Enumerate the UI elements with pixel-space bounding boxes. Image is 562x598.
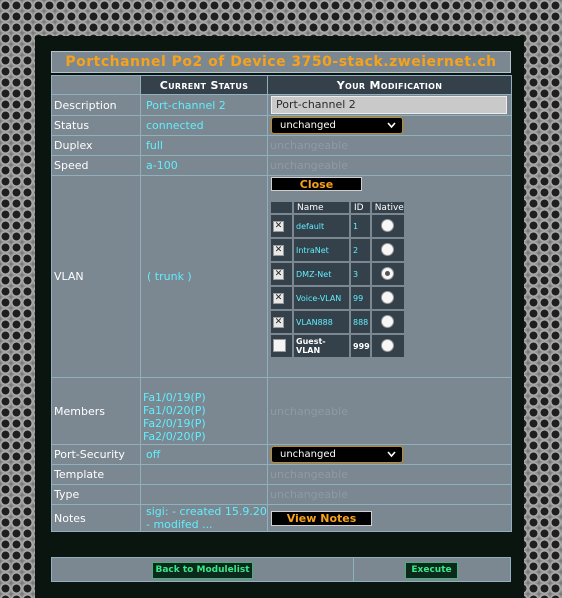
current-template: [140, 464, 268, 485]
vlan-id: 3: [351, 263, 370, 285]
vlan-checkbox-guest[interactable]: [273, 338, 286, 352]
member-item: Fa2/0/19(P): [143, 417, 206, 430]
vlan-id: 888: [351, 311, 370, 333]
vlan-close-button[interactable]: Close: [271, 177, 362, 191]
member-item: Fa1/0/19(P): [143, 391, 206, 404]
current-speed: a-100: [140, 155, 268, 176]
header-your-modification: Your Modification: [267, 75, 512, 95]
mod-vlan-cell: Close Name ID Native ✕ default 1 ✕ Intra…: [267, 175, 512, 378]
vlan-check-cell: [271, 335, 292, 357]
vlan-native-radio-default[interactable]: [380, 218, 394, 232]
notes-line: - modifed ...: [146, 518, 213, 531]
current-description: Port-channel 2: [140, 94, 268, 116]
mod-members: unchangeable: [267, 377, 512, 445]
mod-port-security-cell: unchanged: [267, 444, 512, 465]
member-item: Fa1/0/20(P): [143, 404, 206, 417]
vlan-header-check: [271, 202, 292, 213]
header-blank: [51, 75, 141, 95]
vlan-name: default: [294, 215, 349, 237]
current-vlan: ( trunk ): [140, 175, 268, 378]
status-select[interactable]: unchanged: [271, 117, 403, 134]
vlan-id: 1: [351, 215, 370, 237]
mod-duplex: unchangeable: [267, 135, 512, 156]
mod-speed: unchangeable: [267, 155, 512, 176]
vlan-id: 999: [351, 335, 370, 357]
edit-table: Current Status Your Modification Descrip…: [51, 75, 512, 532]
row-label-type: Type: [51, 484, 141, 505]
vlan-header-id: ID: [351, 202, 370, 213]
row-label-speed: Speed: [51, 155, 141, 176]
vlan-check-cell: ✕: [271, 311, 292, 333]
current-status: connected: [140, 115, 268, 136]
chevron-down-icon: [387, 447, 396, 464]
current-members: Fa1/0/19(P) Fa1/0/20(P) Fa2/0/19(P) Fa2/…: [140, 377, 268, 445]
execute-button[interactable]: Execute: [405, 562, 458, 579]
vlan-name: DMZ-Net: [294, 263, 349, 285]
mod-notes-cell: View Notes: [267, 504, 512, 532]
row-label-template: Template: [51, 464, 141, 485]
action-bar: Back to Modulelist Execute: [51, 557, 511, 582]
notes-line: sigi: - created 15.9.2016: [146, 505, 268, 519]
vlan-header-name: Name: [294, 202, 349, 213]
vlan-checkbox-vlan888[interactable]: ✕: [273, 316, 284, 328]
vlan-native-radio-intranet[interactable]: [380, 242, 394, 256]
vlan-check-cell: ✕: [271, 287, 292, 309]
vlan-native-cell: [371, 287, 404, 309]
vlan-checkbox-default[interactable]: ✕: [273, 220, 284, 232]
vlan-native-radio-dmz[interactable]: [380, 266, 394, 280]
row-label-notes: Notes: [51, 504, 141, 532]
vlan-native-cell: [371, 263, 404, 285]
vlan-id: 99: [351, 287, 370, 309]
vlan-name: IntraNet: [294, 239, 349, 261]
vlan-native-cell: [371, 239, 404, 261]
description-input[interactable]: Port-channel 2: [271, 96, 507, 114]
mod-status-cell: unchanged: [267, 115, 512, 136]
vlan-id: 2: [351, 239, 370, 261]
vlan-native-radio-vlan888[interactable]: [380, 314, 394, 328]
page-title: Portchannel Po2 of Device 3750-stack.zwe…: [51, 51, 511, 73]
port-security-select-value: unchanged: [280, 449, 336, 460]
row-label-port-security: Port-Security: [51, 444, 141, 465]
view-notes-button[interactable]: View Notes: [271, 510, 372, 526]
status-select-value: unchanged: [280, 120, 336, 131]
port-security-select[interactable]: unchanged: [271, 446, 403, 463]
vlan-native-radio-voice[interactable]: [380, 290, 394, 304]
back-to-modulelist-button[interactable]: Back to Modulelist: [152, 562, 253, 579]
chevron-down-icon: [387, 118, 396, 135]
vlan-native-cell: [371, 335, 404, 357]
vlan-native-radio-guest[interactable]: [380, 338, 394, 352]
row-label-status: Status: [51, 115, 141, 136]
current-port-security: off: [140, 444, 268, 465]
mod-template: unchangeable: [267, 464, 512, 485]
vlan-check-cell: ✕: [271, 215, 292, 237]
current-type: [140, 484, 268, 505]
vlan-check-cell: ✕: [271, 239, 292, 261]
vlan-native-cell: [371, 311, 404, 333]
vlan-header-native: Native: [371, 202, 404, 213]
vlan-name: Voice-VLAN: [294, 287, 349, 309]
header-current-status: Current Status: [140, 75, 268, 95]
current-notes: sigi: - created 15.9.2016 - modifed ...: [140, 504, 268, 532]
member-item: Fa2/0/20(P): [143, 430, 206, 443]
row-label-duplex: Duplex: [51, 135, 141, 156]
vlan-table: Name ID Native ✕ default 1 ✕ IntraNet 2: [269, 200, 406, 359]
row-label-vlan: VLAN: [51, 175, 141, 378]
vlan-native-cell: [371, 215, 404, 237]
mod-description-cell: Port-channel 2: [267, 94, 512, 116]
row-label-description: Description: [51, 94, 141, 116]
vlan-checkbox-dmz[interactable]: ✕: [273, 268, 284, 280]
action-bar-divider: [353, 558, 354, 581]
row-label-members: Members: [51, 377, 141, 445]
vlan-checkbox-intranet[interactable]: ✕: [273, 244, 284, 256]
vlan-name: VLAN888: [294, 311, 349, 333]
vlan-name: Guest-VLAN: [294, 335, 349, 357]
mod-type: unchangeable: [267, 484, 512, 505]
vlan-check-cell: ✕: [271, 263, 292, 285]
vlan-checkbox-voice[interactable]: ✕: [273, 292, 284, 304]
current-duplex: full: [140, 135, 268, 156]
